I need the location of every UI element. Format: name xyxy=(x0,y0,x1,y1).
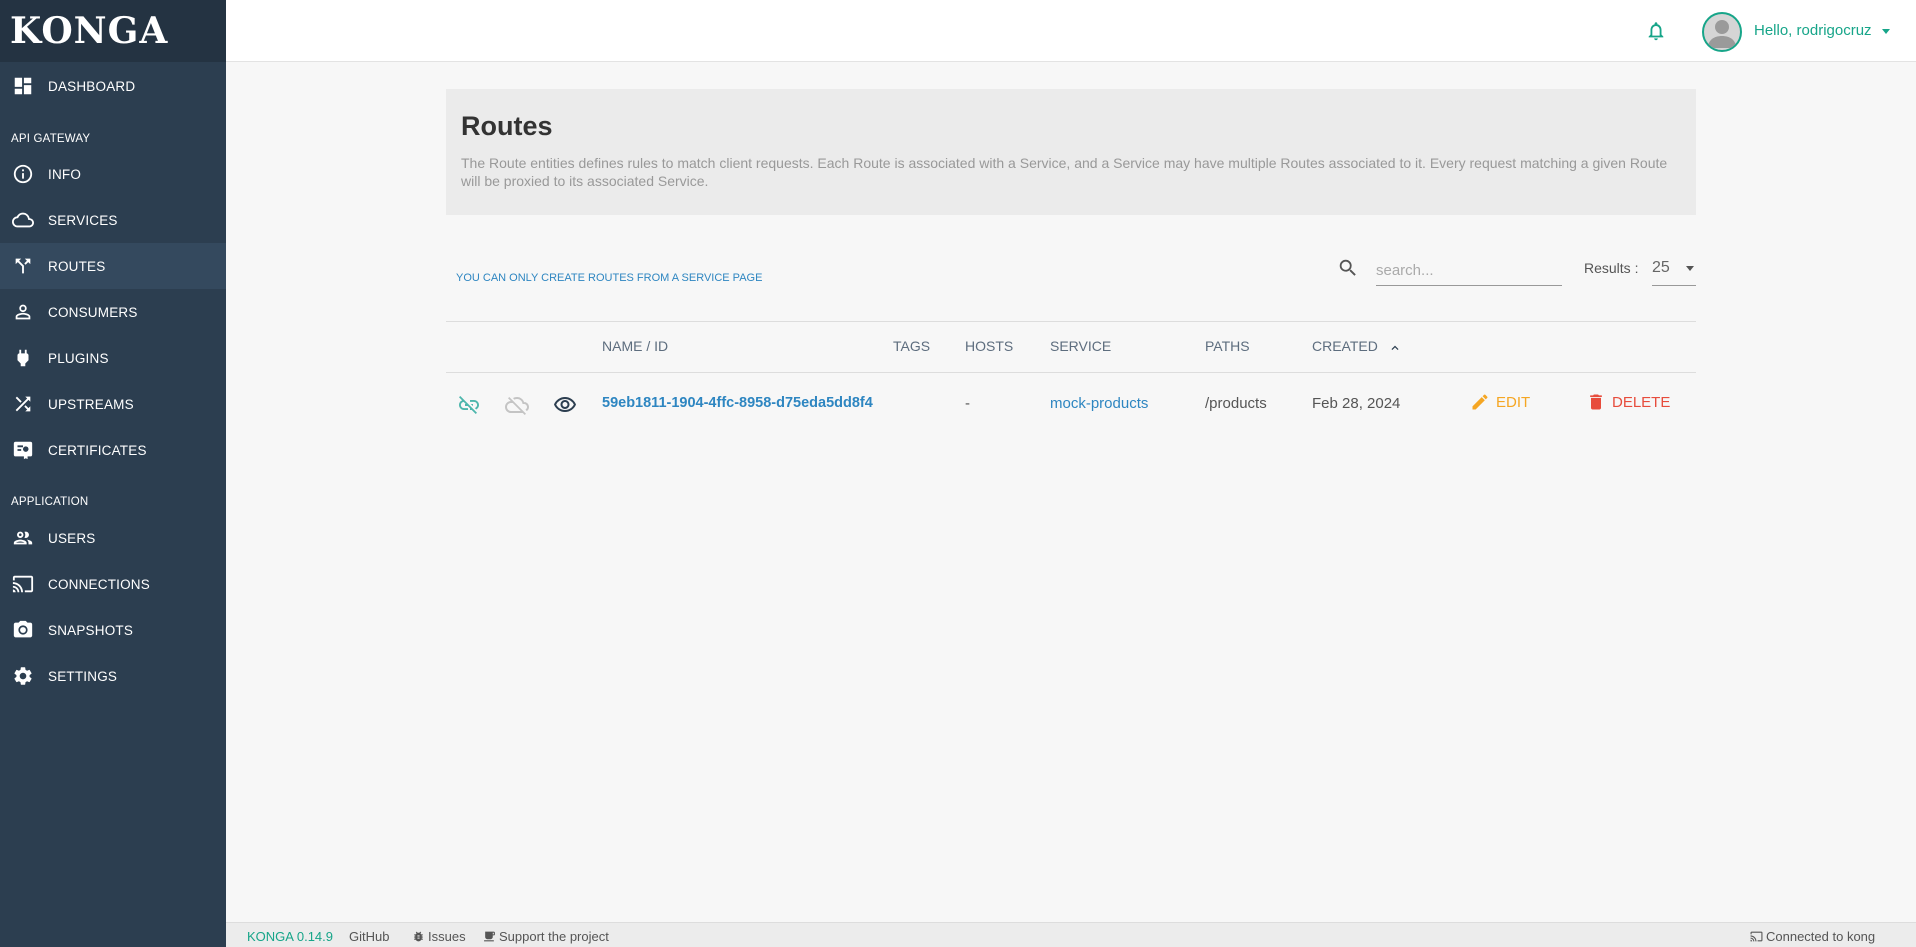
table-divider xyxy=(446,321,1696,322)
footer: KONGA 0.14.9 GitHub Issues Support the p… xyxy=(226,922,1916,947)
footer-github-link[interactable]: GitHub xyxy=(349,929,389,944)
sidebar-item-info[interactable]: INFO xyxy=(0,151,226,197)
user-greeting[interactable]: Hello, rodrigocruz xyxy=(1754,22,1872,39)
sidebar-item-label: INFO xyxy=(48,166,82,182)
edit-button[interactable]: EDIT xyxy=(1470,392,1530,412)
cast-icon xyxy=(1750,931,1763,942)
route-hosts: - xyxy=(965,395,970,412)
sidebar-item-snapshots[interactable]: SNAPSHOTS xyxy=(0,607,226,653)
route-created: Feb 28, 2024 xyxy=(1312,395,1401,412)
page-description: The Route entities defines rules to matc… xyxy=(461,155,1668,189)
bug-icon xyxy=(414,931,423,942)
users-icon xyxy=(12,527,34,549)
sort-ascending-icon[interactable] xyxy=(1388,341,1402,355)
certificate-icon xyxy=(12,439,34,461)
bell-icon[interactable] xyxy=(1645,20,1667,42)
sidebar-item-label: PLUGINS xyxy=(48,350,109,366)
page-header: Routes The Route entities defines rules … xyxy=(446,89,1696,215)
sidebar-item-certificates[interactable]: CERTIFICATES xyxy=(0,427,226,473)
column-header-paths[interactable]: PATHS xyxy=(1205,338,1250,354)
sidebar-item-label: CERTIFICATES xyxy=(48,442,147,458)
table-divider xyxy=(446,372,1696,373)
column-header-hosts[interactable]: HOSTS xyxy=(965,338,1013,354)
sidebar-item-label: ROUTES xyxy=(48,258,106,274)
sidebar-item-connections[interactable]: CONNECTIONS xyxy=(0,561,226,607)
edit-label: EDIT xyxy=(1496,393,1531,411)
sidebar-item-dashboard[interactable]: DASHBOARD xyxy=(0,63,226,109)
results-label: Results : xyxy=(1584,260,1639,276)
trash-icon xyxy=(1590,394,1602,410)
sidebar-item-label: SERVICES xyxy=(48,212,118,228)
route-service-link[interactable]: mock-products xyxy=(1050,395,1148,412)
search-icon xyxy=(1337,257,1359,279)
sidebar-item-users[interactable]: USERS xyxy=(0,515,226,561)
sidebar-section-application: APPLICATION xyxy=(11,496,89,508)
sidebar-item-label: UPSTREAMS xyxy=(48,396,134,412)
cast-icon xyxy=(12,573,34,595)
gear-icon xyxy=(12,665,34,687)
sidebar-item-settings[interactable]: SETTINGS xyxy=(0,653,226,699)
connection-status-label: Connected to kong xyxy=(1766,929,1876,944)
dashboard-icon xyxy=(12,75,34,97)
link-off-icon[interactable] xyxy=(457,393,481,417)
cloud-icon xyxy=(12,209,34,231)
create-routes-notice: YOU CAN ONLY CREATE ROUTES FROM A SERVIC… xyxy=(456,272,763,284)
plug-icon xyxy=(12,347,34,369)
column-header-name[interactable]: NAME / ID xyxy=(602,338,668,354)
coffee-icon xyxy=(484,931,495,942)
delete-label: DELETE xyxy=(1612,393,1671,411)
footer-support-link[interactable]: Support the project xyxy=(483,929,609,944)
column-header-tags[interactable]: TAGS xyxy=(893,338,930,354)
sidebar-item-label: CONNECTIONS xyxy=(48,576,150,592)
info-icon xyxy=(12,163,34,185)
sidebar-item-label: USERS xyxy=(48,530,96,546)
sidebar-item-label: SETTINGS xyxy=(48,668,118,684)
cloud-off-icon[interactable] xyxy=(505,393,529,417)
sidebar-item-plugins[interactable]: PLUGINS xyxy=(0,335,226,381)
delete-button[interactable]: DELETE xyxy=(1586,392,1670,412)
route-id-link[interactable]: 59eb1811-1904-4ffc-8958-d75eda5dd8f4 xyxy=(602,395,873,411)
chevron-down-icon[interactable] xyxy=(1882,29,1890,34)
footer-version[interactable]: KONGA 0.14.9 xyxy=(247,929,333,944)
logo-text: KONGA xyxy=(10,10,169,52)
sidebar-item-consumers[interactable]: CONSUMERS xyxy=(0,289,226,335)
sidebar-item-upstreams[interactable]: UPSTREAMS xyxy=(0,381,226,427)
column-header-created[interactable]: CREATED xyxy=(1312,338,1378,354)
shuffle-icon xyxy=(12,393,34,415)
footer-support-label: Support the project xyxy=(499,929,609,944)
sidebar-item-routes[interactable]: ROUTES xyxy=(0,243,226,289)
footer-issues-label: Issues xyxy=(428,929,466,944)
routes-icon xyxy=(12,255,34,277)
avatar[interactable] xyxy=(1702,12,1742,52)
connection-status: Connected to kong xyxy=(1750,929,1875,944)
camera-icon xyxy=(12,619,34,641)
sidebar-item-label: DASHBOARD xyxy=(48,78,136,94)
konga-logo[interactable]: KONGA xyxy=(0,0,226,62)
route-paths: /products xyxy=(1205,395,1267,412)
footer-issues-link[interactable]: Issues xyxy=(412,929,466,944)
sidebar-section-api-gateway: API GATEWAY xyxy=(11,133,91,145)
sidebar-item-label: CONSUMERS xyxy=(48,304,138,320)
search-input[interactable] xyxy=(1376,256,1562,286)
column-header-service[interactable]: SERVICE xyxy=(1050,338,1111,354)
pencil-icon xyxy=(1472,394,1488,410)
sidebar-item-services[interactable]: SERVICES xyxy=(0,197,226,243)
chevron-down-icon[interactable] xyxy=(1686,266,1694,271)
page-title: Routes xyxy=(461,111,553,141)
sidebar-item-label: SNAPSHOTS xyxy=(48,622,134,638)
eye-icon[interactable] xyxy=(553,393,577,417)
sidebar: KONGA DASHBOARD API GATEWAY INFO SERVICE… xyxy=(0,0,226,947)
person-icon xyxy=(12,301,34,323)
